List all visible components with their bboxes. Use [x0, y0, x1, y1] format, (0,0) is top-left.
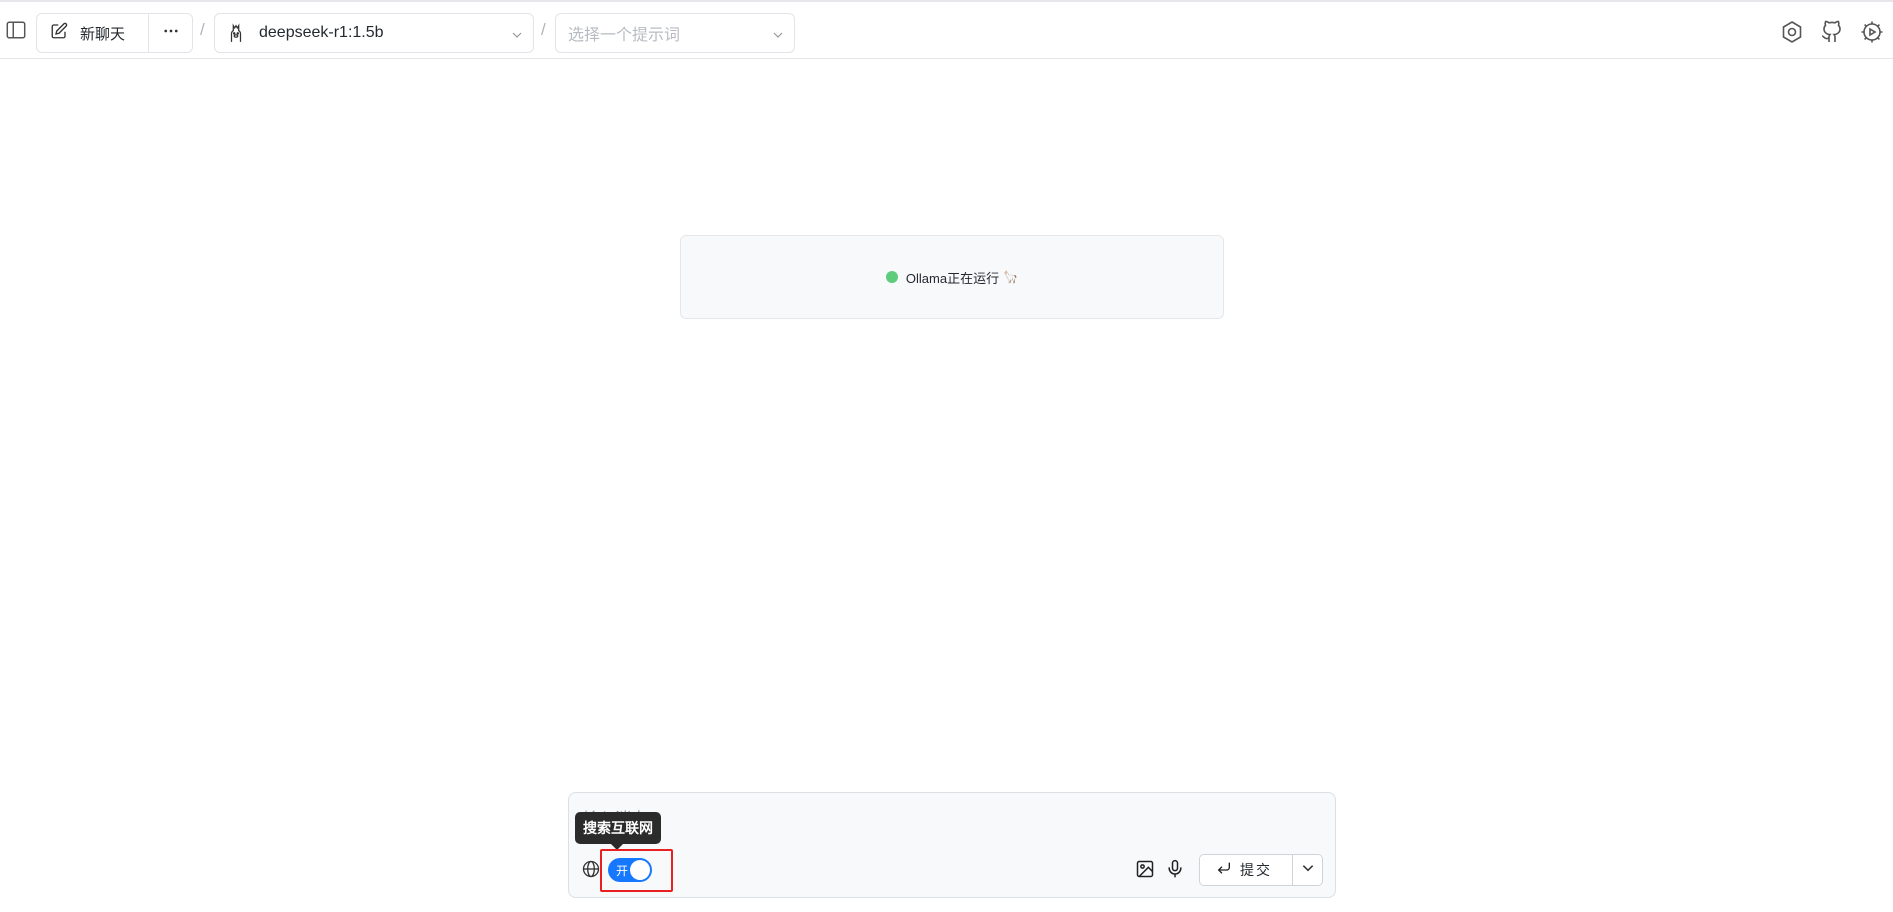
- submit-button[interactable]: 提交: [1200, 855, 1293, 885]
- submit-label: 提交: [1240, 862, 1272, 878]
- web-search-tooltip: 搜索互联网: [575, 812, 661, 850]
- new-chat-label: 新聊天: [80, 25, 126, 43]
- enter-icon: [1216, 860, 1232, 881]
- prompt-placeholder: 选择一个提示词: [568, 27, 681, 44]
- chevron-down-icon: [1301, 861, 1315, 880]
- chevron-down-icon: [772, 28, 784, 40]
- breadcrumb-separator: /: [541, 20, 546, 39]
- web-search-toggle[interactable]: 开: [608, 858, 652, 882]
- settings-icon[interactable]: [1780, 20, 1804, 44]
- top-bar: 新聊天 / deepseek-r1:1.5b / 选择一个提示词: [0, 0, 1893, 59]
- globe-icon: [581, 859, 601, 879]
- status-dot: [885, 271, 898, 283]
- status-text: Ollama正在运行: [905, 270, 1000, 286]
- sidebar-toggle-icon[interactable]: [5, 19, 27, 41]
- model-value: deepseek-r1:1.5b: [259, 24, 384, 41]
- chat-actions-group: 新聊天: [36, 13, 193, 53]
- submit-group: 提交: [1199, 854, 1323, 886]
- image-icon[interactable]: [1135, 859, 1155, 879]
- new-chat-button[interactable]: 新聊天: [37, 14, 149, 52]
- llama-icon: [227, 23, 245, 43]
- message-composer: 开 提交: [568, 792, 1336, 898]
- toggle-knob: [630, 860, 650, 880]
- github-icon[interactable]: [1820, 20, 1844, 44]
- chevron-down-icon: [511, 28, 523, 40]
- edit-icon: [50, 22, 68, 45]
- toggle-on-label: 开: [616, 864, 629, 878]
- llama-emoji: 🦙: [1003, 270, 1019, 284]
- model-select[interactable]: deepseek-r1:1.5b: [214, 13, 534, 53]
- submit-options-button[interactable]: [1293, 855, 1322, 885]
- microphone-icon[interactable]: [1165, 859, 1185, 879]
- system-settings-icon[interactable]: [1860, 20, 1884, 44]
- more-options-button[interactable]: [149, 14, 192, 52]
- breadcrumb-separator: /: [200, 20, 205, 39]
- ollama-status-card: Ollama正在运行 🦙: [680, 235, 1224, 319]
- more-icon: [162, 22, 180, 45]
- message-input[interactable]: [583, 807, 1283, 833]
- prompt-select[interactable]: 选择一个提示词: [555, 13, 795, 53]
